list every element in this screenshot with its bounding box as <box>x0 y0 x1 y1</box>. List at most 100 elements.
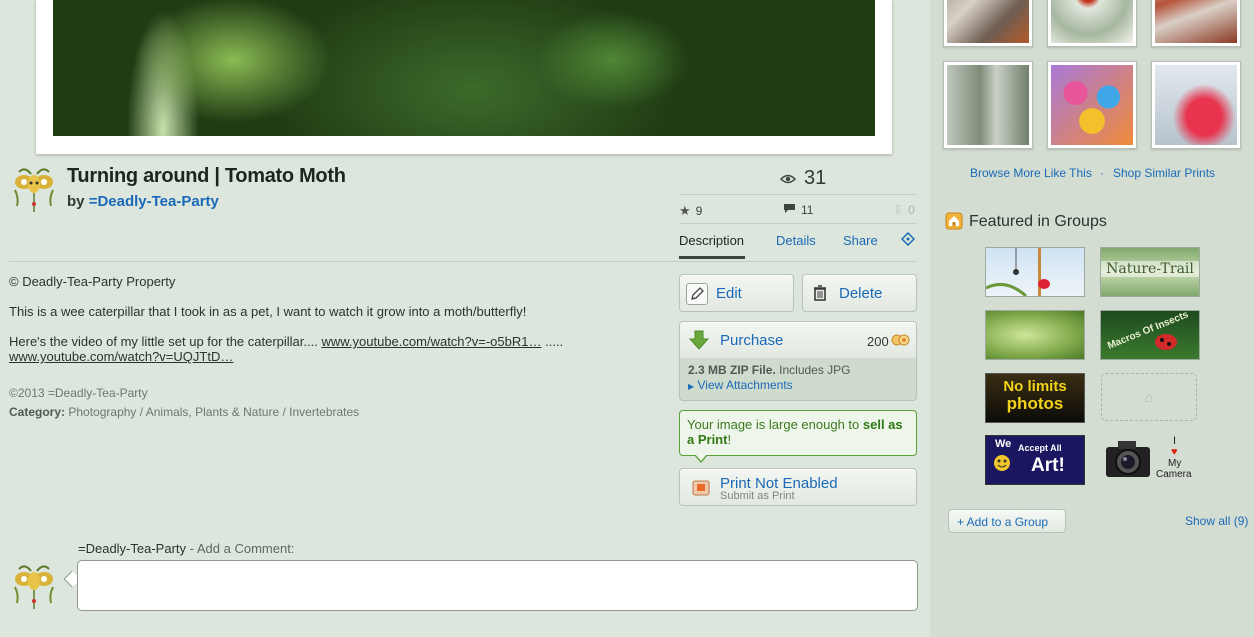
add-to-group-button[interactable]: + Add to a Group <box>948 509 1066 533</box>
add-comment-label: - Add a Comment: <box>186 541 295 556</box>
description-property: © Deadly-Tea-Party Property <box>9 274 176 289</box>
artwork-byline: by =Deadly-Tea-Party <box>67 193 219 210</box>
group-badge-no-limits[interactable]: No limits photos <box>985 373 1085 423</box>
view-attachments-link[interactable]: ▶ View Attachments <box>688 378 793 392</box>
zip-size: 2.3 MB ZIP File. <box>688 363 776 377</box>
delete-label: Delete <box>839 285 883 302</box>
star-icon: ★ <box>679 203 691 218</box>
eye-icon <box>779 167 797 190</box>
copyright: ©2013 =Deadly-Tea-Party <box>9 386 148 400</box>
group-badge-macros[interactable]: Macros Of Insects <box>1100 309 1200 360</box>
artwork-image[interactable] <box>53 0 875 136</box>
my-text: My <box>1168 458 1182 469</box>
artwork-frame <box>36 0 892 154</box>
byline-prefix: by <box>67 193 89 210</box>
comments-stat[interactable]: 11 <box>783 203 813 217</box>
delete-button[interactable]: Delete <box>802 274 917 312</box>
accept-all-text: Accept All <box>1018 443 1062 453</box>
tab-description[interactable]: Description <box>679 233 744 248</box>
divider <box>9 261 917 262</box>
nature-trail-text: Nature-Trail <box>1101 261 1199 277</box>
sell-print-notice: Your image is large enough to sell as a … <box>679 410 917 456</box>
camera-icon <box>1104 437 1154 486</box>
camera-text: Camera <box>1156 469 1192 480</box>
group-badge-i-love-my-camera[interactable]: I ♥ My Camera <box>1100 435 1200 485</box>
thumbnail-2[interactable] <box>1047 0 1137 47</box>
group-placeholder: ⌂ <box>1101 373 1197 421</box>
featured-in-groups-title: Featured in Groups <box>969 213 1107 230</box>
download-arrow-icon <box>688 330 710 355</box>
view-attachments-label: View Attachments <box>697 378 793 392</box>
notice-suffix: ! <box>727 432 732 447</box>
zip-includes: Includes JPG <box>775 363 851 377</box>
thumbnail-3[interactable] <box>1151 0 1241 47</box>
purchase-details: 2.3 MB ZIP File. Includes JPG ▶ View Att… <box>679 358 917 401</box>
print-subtitle: Submit as Print <box>720 490 795 502</box>
comment-header: =Deadly-Tea-Party - Add a Comment: <box>78 541 294 556</box>
home-icon: ⌂ <box>1144 389 1154 405</box>
description-line2-mid: ..... <box>541 334 564 349</box>
no-limits-line1: No limits <box>1003 378 1067 395</box>
comment-input[interactable] <box>77 560 918 611</box>
main-content: Turning around | Tomato Moth by =Deadly-… <box>0 0 930 637</box>
active-tab-indicator <box>679 256 745 259</box>
description-line2: Here's the video of my little set up for… <box>9 334 649 364</box>
views-count: 31 <box>779 167 827 190</box>
link-separator: · <box>1100 166 1104 180</box>
group-house-icon <box>945 212 963 235</box>
stats-bar: ★ 9 11 ⇩ 0 <box>679 194 917 224</box>
description-line2-prefix: Here's the video of my little set up for… <box>9 334 322 349</box>
edit-label: Edit <box>716 285 742 302</box>
favourites-value: 9 <box>695 204 703 218</box>
author-link[interactable]: =Deadly-Tea-Party <box>89 193 219 210</box>
notice-prefix: Your image is large enough to <box>687 417 863 432</box>
print-not-enabled-button[interactable]: Print Not Enabled Submit as Print <box>679 468 917 506</box>
category-label: Category: <box>9 405 66 419</box>
comments-value: 11 <box>801 203 814 217</box>
browse-more-link[interactable]: Browse More Like This <box>970 166 1092 180</box>
tab-more-icon[interactable] <box>900 231 916 249</box>
group-badge-spider[interactable] <box>985 247 1085 298</box>
category-path[interactable]: Photography / Animals, Plants & Nature /… <box>68 405 359 419</box>
thumbnail-1[interactable] <box>943 0 1033 47</box>
print-icon <box>692 479 710 502</box>
author-avatar[interactable] <box>9 164 59 214</box>
commenter-avatar[interactable] <box>9 561 59 611</box>
downloads-stat: ⇩ 0 <box>893 203 915 217</box>
art-text: Art! <box>1031 455 1065 476</box>
category-line: Category: Photography / Animals, Plants … <box>9 405 359 419</box>
group-badge-accept-all-art[interactable]: We Accept All Art! <box>985 435 1085 485</box>
tab-details[interactable]: Details <box>776 233 816 248</box>
points-icon <box>891 333 911 352</box>
triangle-right-icon: ▶ <box>688 382 695 391</box>
shop-similar-link[interactable]: Shop Similar Prints <box>1113 166 1215 180</box>
comment-icon <box>783 203 796 217</box>
downloads-value: 0 <box>908 203 915 217</box>
no-limits-line2: photos <box>1006 394 1064 413</box>
thumbnail-5[interactable] <box>1047 61 1137 149</box>
purchase-label: Purchase <box>720 332 784 349</box>
edit-button[interactable]: Edit <box>679 274 794 312</box>
we-text: We <box>995 438 1012 450</box>
youtube-link-1[interactable]: www.youtube.com/watch?v=-o5bR1… <box>321 334 541 349</box>
group-badge-caterpillar[interactable] <box>985 310 1085 360</box>
download-icon: ⇩ <box>893 203 904 217</box>
show-all-groups-link[interactable]: Show all (9) <box>1185 514 1248 528</box>
purchase-button[interactable]: Purchase 200 <box>679 321 917 359</box>
notice-tail-inner <box>695 454 707 461</box>
trash-icon <box>813 285 827 306</box>
thumbnail-6[interactable] <box>1151 61 1241 149</box>
description-line1: This is a wee caterpillar that I took in… <box>9 304 527 319</box>
artwork-title: Turning around | Tomato Moth <box>67 165 346 187</box>
favourites-stat[interactable]: ★ 9 <box>679 203 702 219</box>
tab-share[interactable]: Share <box>843 233 878 248</box>
zip-info: 2.3 MB ZIP File. Includes JPG <box>688 363 851 377</box>
no-limits-text: No limits photos <box>986 378 1084 413</box>
thumbnail-4[interactable] <box>943 61 1033 149</box>
comment-username[interactable]: =Deadly-Tea-Party <box>78 541 186 556</box>
heart-icon: ♥ <box>1171 446 1178 458</box>
pencil-icon <box>686 283 708 305</box>
youtube-link-2[interactable]: www.youtube.com/watch?v=UQJTtD… <box>9 349 233 364</box>
group-badge-nature-trail[interactable]: Nature-Trail <box>1100 247 1200 297</box>
views-value: 31 <box>804 167 827 189</box>
